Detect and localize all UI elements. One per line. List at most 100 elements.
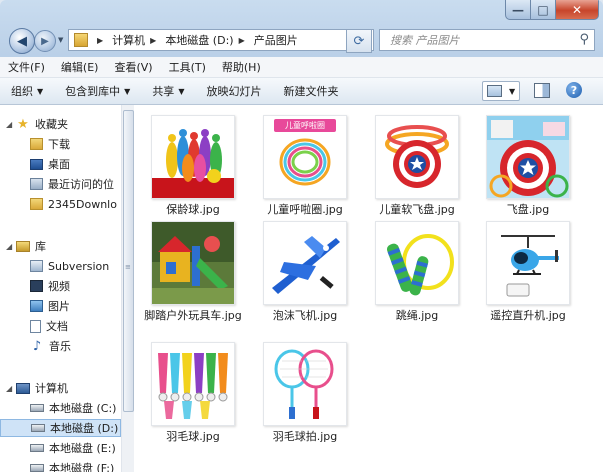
- forward-button[interactable]: ▶: [34, 30, 56, 52]
- nav-drive-c[interactable]: 本地磁盘 (C:): [0, 399, 121, 417]
- nav-item-videos[interactable]: 视频: [0, 277, 121, 295]
- preview-pane-icon[interactable]: [534, 83, 550, 98]
- nav-item-desktop[interactable]: 桌面: [0, 155, 121, 173]
- file-item[interactable]: 脚踏户外玩具车.jpg: [143, 221, 243, 323]
- image-thumbnail: [151, 115, 235, 199]
- chevron-down-icon: ▼: [124, 86, 131, 96]
- scrollbar-thumb[interactable]: [123, 110, 134, 412]
- breadcrumb-folder[interactable]: 产品图片: [254, 32, 298, 48]
- image-thumbnail: [486, 115, 570, 199]
- image-thumbnail: [375, 221, 459, 305]
- bowling-pins-image: [152, 116, 234, 198]
- pictures-icon: [30, 300, 43, 312]
- download-folder-icon: [30, 138, 43, 150]
- image-thumbnail: [263, 342, 347, 426]
- explorer-window: — □ ✕ ◀ ▶ ▼ ▶ 计算机▶ 本地磁盘 (D:)▶ 产品图片 ▼ ⟳ 搜…: [0, 0, 603, 472]
- nav-label: 音乐: [49, 340, 71, 353]
- chevron-down-icon: ▼: [37, 86, 44, 96]
- expand-icon[interactable]: ◢: [6, 242, 13, 251]
- image-thumbnail: [151, 342, 235, 426]
- new-folder-button[interactable]: 新建文件夹: [272, 83, 349, 99]
- change-view-button[interactable]: ▼: [482, 81, 520, 101]
- close-button[interactable]: ✕: [556, 0, 599, 20]
- nav-label: 最近访问的位: [48, 178, 114, 191]
- menu-view[interactable]: 查看(V): [106, 59, 160, 75]
- file-list: 保龄球.jpg 儿童呼啦圈 儿童呼啦圈.jpg 儿童软飞盘.jpg 飞盘.jpg…: [134, 105, 603, 472]
- file-item[interactable]: 儿童软飞盘.jpg: [367, 115, 467, 217]
- share-button[interactable]: 共享 ▼: [141, 83, 195, 99]
- nav-label: 图片: [48, 300, 70, 313]
- image-thumbnail: 儿童呼啦圈: [263, 115, 347, 199]
- search-input[interactable]: 搜索 产品图片 ⚲: [379, 29, 595, 51]
- nav-favorites[interactable]: ◢ ★ 收藏夹: [0, 115, 121, 133]
- nav-libraries[interactable]: ◢ 库: [0, 237, 121, 255]
- drive-icon: [31, 424, 45, 432]
- documents-icon: [30, 319, 41, 333]
- help-icon[interactable]: ?: [566, 82, 582, 98]
- thumbnail-banner-text: 儿童呼啦圈: [285, 121, 325, 130]
- image-thumbnail: [151, 221, 235, 305]
- breadcrumb-computer[interactable]: 计算机 ▶: [112, 32, 161, 48]
- file-item[interactable]: 飞盘.jpg: [478, 115, 578, 217]
- nav-computer[interactable]: ◢ 计算机: [0, 379, 121, 397]
- file-item[interactable]: 跳绳.jpg: [367, 221, 467, 323]
- file-item[interactable]: 保龄球.jpg: [143, 115, 243, 217]
- nav-item-music[interactable]: ♪ 音乐: [0, 337, 121, 355]
- nav-item-2345downloads[interactable]: 2345Downlo: [0, 195, 121, 213]
- file-item[interactable]: 泡沫飞机.jpg: [255, 221, 355, 323]
- chevron-down-icon: ▼: [178, 86, 185, 96]
- music-note-icon: ♪: [32, 338, 42, 354]
- subversion-library-icon: [30, 260, 43, 272]
- slideshow-button[interactable]: 放映幻灯片: [195, 83, 272, 99]
- caption-buttons: — □ ✕: [505, 0, 599, 20]
- navigation-pane: ◢ ★ 收藏夹 下载 桌面 最近访问的位 2345Downlo ◢ 库 Subv…: [0, 105, 122, 472]
- foam-plane-image: [264, 222, 346, 304]
- image-thumbnail: [263, 221, 347, 305]
- maximize-button[interactable]: □: [531, 0, 556, 20]
- breadcrumb-drive-d[interactable]: 本地磁盘 (D:) ▶: [165, 32, 249, 48]
- drive-icon: [30, 464, 44, 472]
- file-name: 羽毛球拍.jpg: [272, 430, 338, 443]
- menu-help[interactable]: 帮助(H): [214, 59, 269, 75]
- nav-item-documents[interactable]: 文档: [0, 317, 121, 335]
- menu-edit[interactable]: 编辑(E): [53, 59, 107, 75]
- file-item[interactable]: 羽毛球.jpg: [143, 342, 243, 444]
- refresh-button[interactable]: ⟳: [346, 29, 372, 53]
- badminton-rackets-image: [264, 343, 346, 425]
- include-in-library-button[interactable]: 包含到库中 ▼: [54, 83, 141, 99]
- expand-icon[interactable]: ◢: [6, 120, 13, 129]
- file-item[interactable]: 儿童呼啦圈 儿童呼啦圈.jpg: [255, 115, 355, 217]
- nav-pane-scrollbar[interactable]: ≡: [121, 105, 134, 472]
- nav-label: 2345Downlo: [48, 197, 117, 211]
- back-button[interactable]: ◀: [9, 28, 35, 54]
- nav-label: 文档: [46, 320, 68, 333]
- library-icon: [16, 240, 30, 252]
- nav-drive-e[interactable]: 本地磁盘 (E:): [0, 439, 121, 457]
- image-thumbnail: [486, 221, 570, 305]
- nav-item-downloads[interactable]: 下载: [0, 135, 121, 153]
- organize-button[interactable]: 组织 ▼: [0, 83, 54, 99]
- search-icon[interactable]: ⚲: [579, 32, 589, 47]
- file-name: 羽毛球.jpg: [166, 430, 220, 443]
- shuttlecocks-image: [152, 343, 234, 425]
- rc-helicopter-image: [487, 222, 569, 304]
- recent-pages-dropdown[interactable]: ▼: [58, 36, 63, 44]
- file-name: 儿童呼啦圈.jpg: [267, 203, 343, 216]
- file-item[interactable]: 羽毛球拍.jpg: [255, 342, 355, 444]
- menu-bar: 文件(F) 编辑(E) 查看(V) 工具(T) 帮助(H): [0, 57, 603, 78]
- menu-file[interactable]: 文件(F): [0, 59, 53, 75]
- file-item[interactable]: 遥控直升机.jpg: [478, 221, 578, 323]
- nav-item-subversion[interactable]: Subversion: [0, 257, 121, 275]
- menu-tools[interactable]: 工具(T): [161, 59, 214, 75]
- outdoor-playset-image: [152, 222, 234, 304]
- breadcrumb-root-arrow[interactable]: ▶: [92, 36, 108, 45]
- nav-drive-d[interactable]: 本地磁盘 (D:): [0, 419, 121, 437]
- address-bar[interactable]: ▶ 计算机▶ 本地磁盘 (D:)▶ 产品图片 ▼: [68, 29, 374, 51]
- nav-item-pictures[interactable]: 图片: [0, 297, 121, 315]
- expand-icon[interactable]: ◢: [6, 384, 13, 393]
- nav-drive-f[interactable]: 本地磁盘 (F:): [0, 459, 121, 472]
- nav-item-recent[interactable]: 最近访问的位: [0, 175, 121, 193]
- minimize-button[interactable]: —: [505, 0, 531, 20]
- arrow-right-icon: ▶: [41, 35, 49, 47]
- address-row: ◀ ▶ ▼ ▶ 计算机▶ 本地磁盘 (D:)▶ 产品图片 ▼ ⟳ 搜索 产品图片…: [0, 24, 603, 54]
